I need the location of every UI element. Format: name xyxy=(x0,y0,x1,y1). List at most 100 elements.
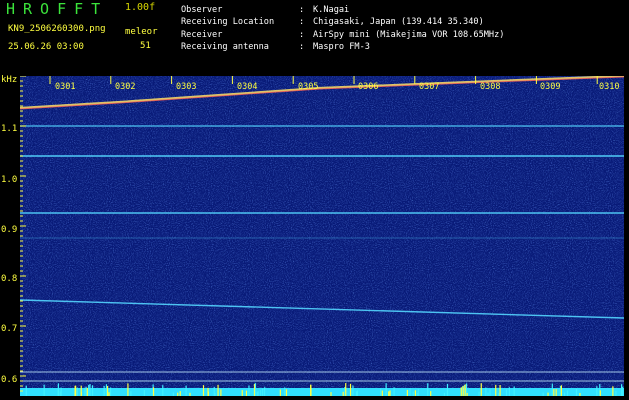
activity-spike xyxy=(480,383,482,396)
activity-spike xyxy=(563,392,566,396)
activity-spike xyxy=(622,386,624,396)
version-label: 1.00f xyxy=(125,2,156,13)
activity-spike xyxy=(389,390,391,396)
x-tick-label: 0306 xyxy=(358,82,379,92)
activity-spike xyxy=(388,391,390,396)
activity-spike xyxy=(260,390,262,396)
x-tick-label: 0307 xyxy=(419,82,440,92)
activity-spike xyxy=(80,392,83,396)
activity-spike xyxy=(498,392,500,396)
info-row-antenna: Receiving antenna: Maspro FM-3 xyxy=(181,42,370,53)
activity-spike xyxy=(417,388,419,396)
activity-spike xyxy=(43,384,45,396)
activity-spike xyxy=(248,385,250,396)
x-tick-label: 0302 xyxy=(115,82,136,92)
x-tick-label: 0305 xyxy=(298,82,319,92)
x-tick-label: 0304 xyxy=(237,82,258,92)
info-row-receiver: Receiver: AirSpy mini (Miakejima VOR 108.… xyxy=(181,29,505,40)
activity-spike xyxy=(105,384,108,396)
activity-spike xyxy=(381,390,383,396)
activity-spike xyxy=(487,392,489,396)
activity-spike xyxy=(217,384,219,396)
activity-spike xyxy=(385,383,387,396)
activity-spike xyxy=(513,386,515,396)
activity-spike xyxy=(202,385,205,396)
activity-spike xyxy=(179,391,181,396)
activity-spike xyxy=(241,390,243,396)
activity-spike xyxy=(430,391,432,396)
y-tick-label: 1.1 xyxy=(1,124,18,134)
activity-spike xyxy=(478,391,480,396)
activity-spike xyxy=(74,385,76,396)
activity-spike xyxy=(152,387,155,396)
activity-spike xyxy=(555,389,557,396)
activity-spike xyxy=(60,387,62,396)
activity-spike xyxy=(414,390,417,396)
y-tick-label: 0.9 xyxy=(1,225,18,235)
activity-spike xyxy=(575,388,578,396)
activity-spike xyxy=(379,388,382,396)
app-title: HROFFT xyxy=(6,0,109,18)
activity-spike xyxy=(279,389,281,396)
activity-spike xyxy=(489,389,491,396)
activity-spike xyxy=(499,385,501,396)
activity-spike xyxy=(245,390,248,396)
station-info: Observer: K.Nagai Receiving Location: Chig… xyxy=(181,4,504,54)
activity-spike xyxy=(177,392,179,396)
activity-spike xyxy=(162,385,164,396)
activity-spike xyxy=(257,391,259,396)
y-axis-unit: kHz xyxy=(1,75,18,85)
activity-spike xyxy=(446,383,449,396)
info-row-location: Receiving Location: Chigasaki, Japan (139… xyxy=(181,17,484,28)
activity-spike xyxy=(143,389,145,396)
activity-spike xyxy=(330,392,332,396)
activity-spike xyxy=(542,392,544,396)
meteor-label: meleor xyxy=(125,27,158,37)
activity-spike xyxy=(89,383,91,396)
x-tick-label: 0301 xyxy=(55,82,76,92)
activity-spike xyxy=(349,383,352,396)
activity-spike xyxy=(443,392,446,396)
activity-spike xyxy=(412,391,414,396)
activity-spike xyxy=(352,385,354,396)
x-tick-label: 0308 xyxy=(480,82,501,92)
info-row-observer: Observer: K.Nagai xyxy=(181,5,350,15)
activity-spike xyxy=(185,385,187,396)
activity-spike xyxy=(84,387,86,396)
x-tick-label: 0309 xyxy=(540,82,561,92)
y-tick-label: 0.6 xyxy=(1,375,18,385)
activity-spike xyxy=(596,386,598,396)
activity-spike xyxy=(495,384,497,396)
activity-spike xyxy=(25,385,27,396)
activity-spike xyxy=(103,385,105,396)
activity-spike xyxy=(284,387,286,396)
activity-spike xyxy=(108,392,110,396)
activity-spike xyxy=(207,391,209,396)
activity-spike xyxy=(393,387,395,396)
meteor-count: 51 xyxy=(140,41,151,51)
activity-spike xyxy=(106,385,109,396)
noise-speckle xyxy=(20,76,624,396)
activity-spike xyxy=(86,387,88,396)
y-tick-label: 1.0 xyxy=(1,175,18,185)
activity-spike xyxy=(620,384,623,396)
activity-spike xyxy=(214,392,216,396)
y-tick-label: 0.7 xyxy=(1,324,18,334)
activity-spike xyxy=(261,388,264,396)
activity-spike xyxy=(485,387,487,396)
activity-spike xyxy=(130,391,132,396)
activity-spike xyxy=(310,384,312,396)
activity-spike xyxy=(88,384,90,396)
activity-spike xyxy=(508,387,511,396)
activity-spike xyxy=(91,385,94,396)
activity-spike xyxy=(464,384,466,396)
activity-spike xyxy=(345,383,347,396)
activity-spike xyxy=(409,388,411,396)
activity-spike xyxy=(342,391,344,396)
activity-spike xyxy=(220,389,222,396)
activity-spike xyxy=(76,387,78,396)
activity-spike xyxy=(612,386,614,396)
activity-spike xyxy=(460,387,462,396)
activity-spike xyxy=(109,387,112,396)
activity-spike xyxy=(566,390,569,396)
